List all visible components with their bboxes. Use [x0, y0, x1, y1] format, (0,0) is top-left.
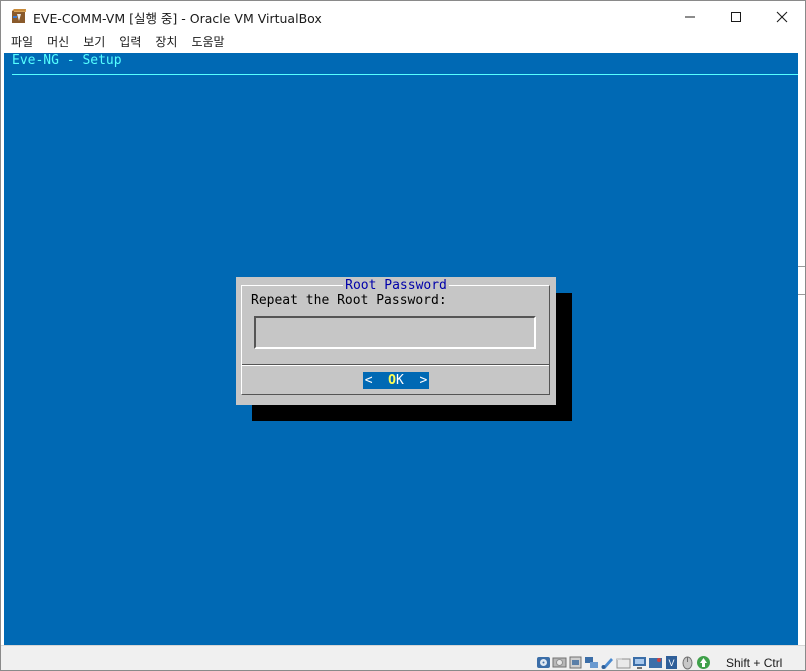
- audio-icon[interactable]: [568, 655, 583, 670]
- video-capture-icon[interactable]: [648, 655, 663, 670]
- virtualbox-icon: [12, 9, 26, 23]
- ok-left-arrow: <: [364, 373, 389, 388]
- window-right-gutter: [798, 53, 805, 645]
- mouse-integration-icon[interactable]: [680, 655, 695, 670]
- menu-view[interactable]: 보기: [76, 32, 112, 53]
- root-password-dialog: Root Password Repeat the Root Password: …: [236, 277, 556, 405]
- ok-label-rest: K >: [396, 373, 428, 388]
- dialog-title-text: Root Password: [343, 278, 449, 293]
- close-icon: [776, 11, 788, 22]
- optical-drive-icon[interactable]: [552, 655, 567, 670]
- cpu-icon[interactable]: V: [664, 655, 679, 670]
- minimize-button[interactable]: [667, 1, 713, 32]
- menu-file[interactable]: 파일: [1, 32, 40, 53]
- status-icons: V: [536, 655, 711, 670]
- maximize-icon: [731, 11, 741, 22]
- password-input[interactable]: [254, 316, 536, 349]
- display-icon[interactable]: [632, 655, 647, 670]
- host-key-label: Shift + Ctrl: [726, 656, 783, 670]
- title-bar[interactable]: EVE-COMM-VM [실행 중] - Oracle VM VirtualBo…: [1, 1, 805, 32]
- virtualbox-window: EVE-COMM-VM [실행 중] - Oracle VM VirtualBo…: [0, 0, 806, 671]
- ok-button[interactable]: < OK >: [363, 372, 429, 389]
- maximize-button[interactable]: [713, 1, 759, 32]
- setup-header: Eve-NG - Setup: [12, 53, 122, 68]
- dialog-separator: [242, 364, 549, 366]
- ok-hotkey: O: [388, 373, 396, 388]
- dialog-title: Root Password: [236, 277, 556, 294]
- dialog-prompt: Repeat the Root Password:: [251, 293, 447, 308]
- keyboard-capture-icon[interactable]: [696, 655, 711, 670]
- menu-machine[interactable]: 머신: [40, 32, 76, 53]
- usb-icon[interactable]: [600, 655, 615, 670]
- minimize-icon: [685, 16, 695, 17]
- close-button[interactable]: [759, 1, 805, 32]
- status-bar: V Shift + Ctrl: [1, 645, 805, 670]
- header-divider: [12, 74, 798, 75]
- network-icon[interactable]: [584, 655, 599, 670]
- window-title: EVE-COMM-VM [실행 중] - Oracle VM VirtualBo…: [33, 11, 322, 26]
- menu-bar: 파일 머신 보기 입력 장치 도움말: [1, 32, 805, 53]
- hard-disk-icon[interactable]: [536, 655, 551, 670]
- gutter-line: [798, 294, 805, 295]
- shared-folders-icon[interactable]: [616, 655, 631, 670]
- gutter-line: [798, 266, 805, 267]
- svg-text:V: V: [668, 658, 674, 668]
- menu-help[interactable]: 도움말: [184, 32, 231, 53]
- menu-input[interactable]: 입력: [112, 32, 148, 53]
- vm-display[interactable]: Eve-NG - Setup Root Password Repeat the …: [4, 53, 798, 645]
- menu-devices[interactable]: 장치: [148, 32, 184, 53]
